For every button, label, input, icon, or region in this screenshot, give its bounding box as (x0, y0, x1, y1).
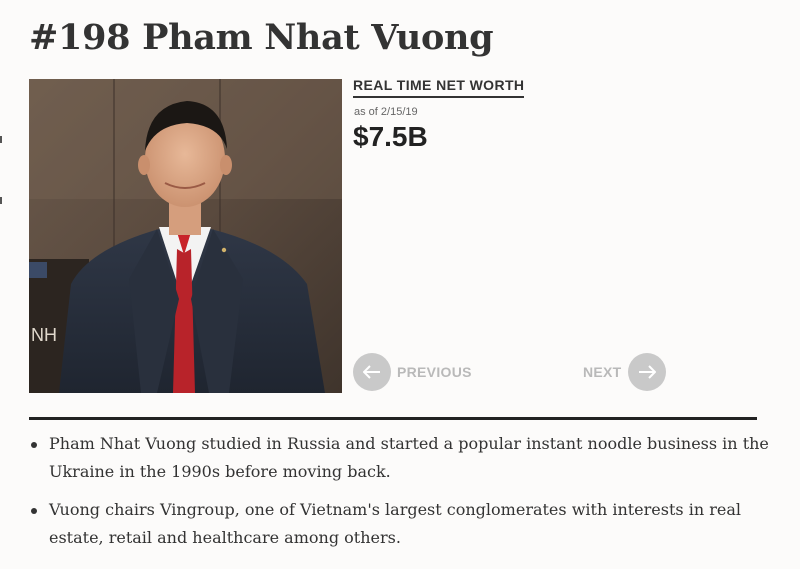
arrow-right-icon (627, 353, 666, 391)
fact-text: Vuong chairs Vingroup, one of Vietnam's … (49, 500, 741, 547)
page-title: #198 Pham Nhat Vuong (29, 17, 494, 58)
net-worth-date: as of 2/15/19 (354, 106, 418, 118)
list-item: Vuong chairs Vingroup, one of Vietnam's … (29, 496, 769, 552)
bullet-icon (31, 442, 37, 448)
profile-photo: NH (29, 79, 342, 393)
fact-text: Pham Nhat Vuong studied in Russia and st… (49, 434, 769, 481)
net-worth-value: $7.5B (353, 121, 428, 152)
previous-label: PREVIOUS (397, 364, 472, 380)
edge-mark (0, 197, 2, 204)
section-divider (29, 417, 757, 420)
net-worth-label: REAL TIME NET WORTH (353, 76, 525, 98)
svg-text:NH: NH (31, 325, 57, 345)
previous-button[interactable]: PREVIOUS (353, 353, 472, 391)
next-button[interactable]: NEXT (583, 353, 666, 391)
bullet-icon (31, 508, 37, 514)
arrow-left-icon (353, 353, 391, 391)
list-item: Pham Nhat Vuong studied in Russia and st… (29, 430, 769, 486)
facts-list: Pham Nhat Vuong studied in Russia and st… (29, 430, 769, 562)
edge-mark (0, 136, 2, 143)
next-label: NEXT (583, 364, 622, 380)
